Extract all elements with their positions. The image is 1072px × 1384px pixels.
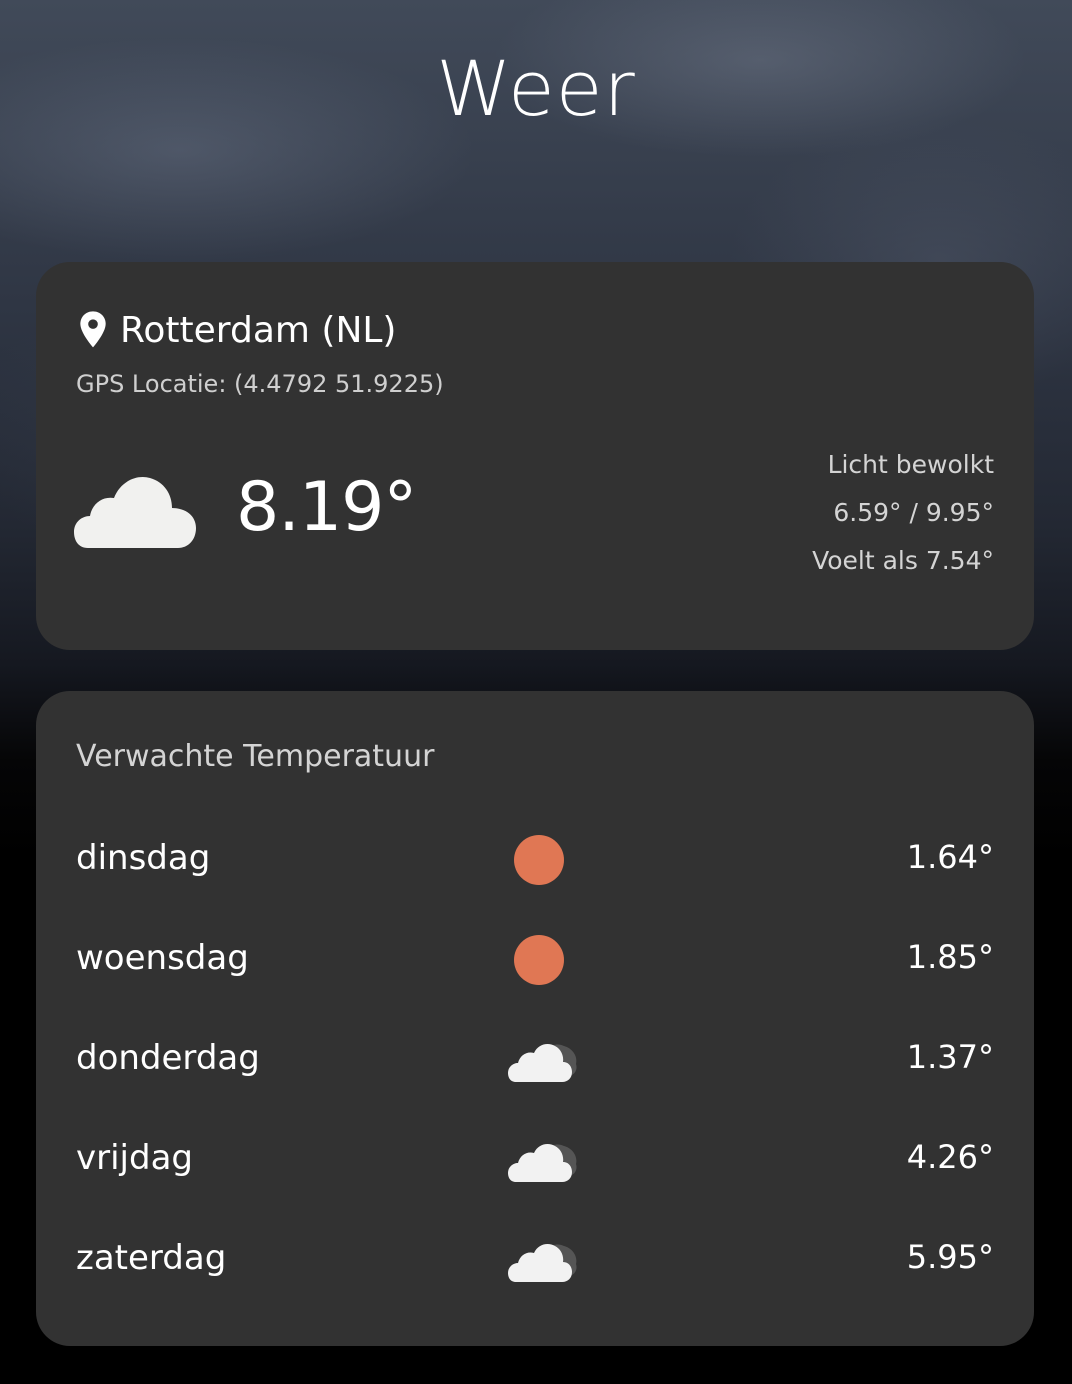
- current-temperature: 8.19°: [236, 468, 417, 547]
- forecast-heading: Verwachte Temperatuur: [76, 739, 435, 774]
- location-name: Rotterdam (NL): [120, 309, 397, 351]
- sun-icon: [514, 935, 564, 985]
- forecast-day: donderdag: [76, 1038, 260, 1078]
- forecast-list: dinsdag 1.64° woensdag 1.85° donderdag 1…: [76, 826, 994, 1326]
- sun-icon: [514, 835, 564, 885]
- min-max-temperature: 6.59° / 9.95°: [833, 498, 994, 527]
- forecast-row-zaterdag: zaterdag 5.95°: [76, 1226, 994, 1326]
- forecast-temperature: 1.64°: [906, 838, 994, 876]
- clouds-icon: [508, 1144, 577, 1182]
- forecast-temperature: 4.26°: [906, 1138, 994, 1176]
- forecast-day: dinsdag: [76, 838, 211, 878]
- page-title: Weer: [436, 44, 636, 133]
- forecast-temperature: 1.85°: [906, 938, 994, 976]
- forecast-card: Verwachte Temperatuur dinsdag 1.64° woen…: [36, 691, 1034, 1346]
- gps-location: GPS Locatie: (4.4792 51.9225): [76, 370, 444, 398]
- weather-description: Licht bewolkt: [827, 450, 994, 479]
- forecast-day: zaterdag: [76, 1238, 227, 1278]
- forecast-row-woensdag: woensdag 1.85°: [76, 926, 994, 1026]
- map-pin-icon: [80, 311, 106, 348]
- current-weather-card: Rotterdam (NL) GPS Locatie: (4.4792 51.9…: [36, 262, 1034, 650]
- cloud-icon: [74, 476, 196, 548]
- forecast-row-dinsdag: dinsdag 1.64°: [76, 826, 994, 926]
- forecast-day: vrijdag: [76, 1138, 193, 1178]
- location: Rotterdam (NL): [76, 308, 396, 352]
- forecast-row-vrijdag: vrijdag 4.26°: [76, 1126, 994, 1226]
- weather-details: Licht bewolkt 6.59° / 9.95° Voelt als 7.…: [812, 448, 994, 592]
- clouds-icon: [508, 1044, 577, 1082]
- forecast-temperature: 5.95°: [906, 1238, 994, 1276]
- forecast-row-donderdag: donderdag 1.37°: [76, 1026, 994, 1126]
- clouds-icon: [508, 1244, 577, 1282]
- forecast-day: woensdag: [76, 938, 249, 978]
- feels-like-temperature: Voelt als 7.54°: [812, 546, 994, 575]
- forecast-temperature: 1.37°: [906, 1038, 994, 1076]
